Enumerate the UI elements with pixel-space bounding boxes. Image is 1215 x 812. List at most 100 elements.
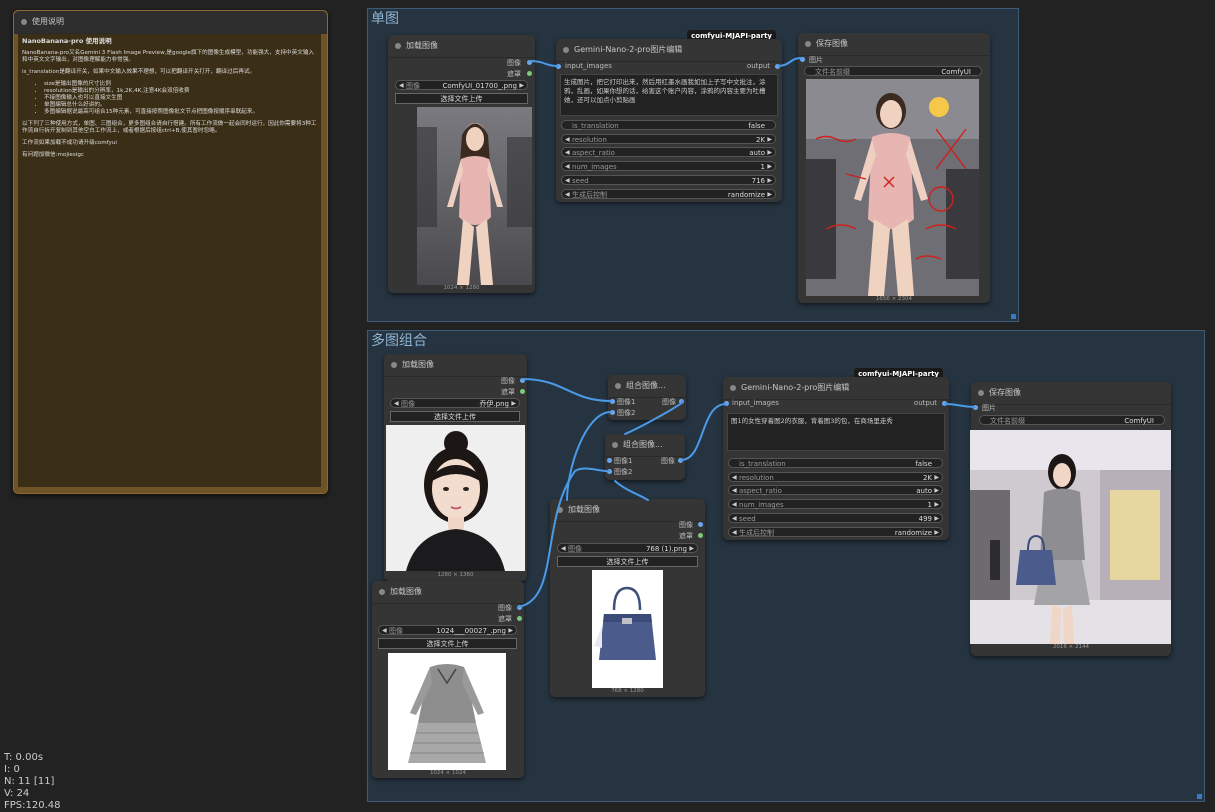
resolution-select[interactable]: ◀ resolution 2K ▶ xyxy=(728,472,943,482)
upload-button[interactable]: 选择文件上传 xyxy=(557,556,698,567)
arrow-right-icon[interactable]: ▶ xyxy=(767,162,772,172)
group-resize-handle[interactable] xyxy=(1011,314,1016,319)
prompt-textarea[interactable]: 生成图片，把它打印出来，然后用红墨水画我如加上子写中文批注，涂鸦，乱画，如果你想… xyxy=(560,74,778,116)
node-title[interactable]: Gemini-Nano-2-pro图片编辑 xyxy=(723,377,949,400)
collapse-dot-icon[interactable] xyxy=(21,19,27,25)
node-title[interactable]: 组合图像... xyxy=(605,434,685,457)
arrow-right-icon[interactable]: ▶ xyxy=(934,473,939,483)
input-image2-slot[interactable] xyxy=(607,469,612,474)
seed-stepper[interactable]: ◀ seed 716 ▶ xyxy=(561,175,776,185)
is-translation-toggle[interactable]: is_translation false xyxy=(728,458,943,468)
arrow-right-icon[interactable]: ▶ xyxy=(767,135,772,145)
collapse-dot-icon[interactable] xyxy=(805,41,811,47)
collapse-dot-icon[interactable] xyxy=(557,507,563,513)
after-gen-select[interactable]: ◀ 生成后控制 randomize ▶ xyxy=(728,527,943,537)
arrow-right-icon[interactable]: ▶ xyxy=(767,176,772,186)
arrow-left-icon[interactable]: ◀ xyxy=(394,399,399,409)
output-image-slot[interactable] xyxy=(698,522,703,527)
node-title[interactable]: 加载图像 xyxy=(372,581,524,604)
output-mask-slot[interactable] xyxy=(527,71,532,76)
arrow-right-icon[interactable]: ▶ xyxy=(767,148,772,158)
image-select[interactable]: ◀ 图像 乔伊.png ▶ xyxy=(390,398,520,408)
group-resize-handle[interactable] xyxy=(1197,794,1202,799)
arrow-left-icon[interactable]: ◀ xyxy=(565,135,570,145)
gemini-node-multi[interactable]: comfyui-MJAPI-party Gemini-Nano-2-pro图片编… xyxy=(723,368,949,540)
arrow-right-icon[interactable]: ▶ xyxy=(508,626,513,636)
save-image-node-multi[interactable]: 保存图像 图片 文件名前缀 ComfyUI 2016 × 2144 xyxy=(970,382,1171,656)
note-title[interactable]: 使用说明 xyxy=(14,11,327,34)
input-image1-slot[interactable] xyxy=(610,399,615,404)
arrow-right-icon[interactable]: ▶ xyxy=(934,528,939,538)
arrow-left-icon[interactable]: ◀ xyxy=(732,473,737,483)
image-select[interactable]: ◀ 图像 768 (1).png ▶ xyxy=(557,543,698,553)
arrow-right-icon[interactable]: ▶ xyxy=(519,81,524,91)
arrow-right-icon[interactable]: ▶ xyxy=(511,399,516,409)
arrow-right-icon[interactable]: ▶ xyxy=(767,190,772,200)
arrow-left-icon[interactable]: ◀ xyxy=(561,544,566,554)
arrow-right-icon[interactable]: ▶ xyxy=(934,486,939,496)
node-title[interactable]: 加载图像 xyxy=(384,354,527,377)
arrow-right-icon[interactable]: ▶ xyxy=(934,514,939,524)
arrow-left-icon[interactable]: ◀ xyxy=(565,162,570,172)
node-title[interactable]: 加载图像 xyxy=(550,499,705,522)
arrow-left-icon[interactable]: ◀ xyxy=(382,626,387,636)
group-title-multi[interactable]: 多图组合 xyxy=(371,330,427,350)
is-translation-toggle[interactable]: is_translation false xyxy=(561,120,776,130)
collapse-dot-icon[interactable] xyxy=(379,589,385,595)
after-gen-select[interactable]: ◀ 生成后控制 randomize ▶ xyxy=(561,189,776,199)
num-images-stepper[interactable]: ◀ num_images 1 ▶ xyxy=(561,161,776,171)
output-slot[interactable] xyxy=(775,64,780,69)
output-mask-slot[interactable] xyxy=(520,389,525,394)
node-title[interactable]: 保存图像 xyxy=(971,382,1171,405)
arrow-left-icon[interactable]: ◀ xyxy=(732,486,737,496)
combine-image-node-2[interactable]: 组合图像... 图像1 图像2 图像 xyxy=(605,434,685,480)
input-image1-slot[interactable] xyxy=(607,458,612,463)
group-title-single[interactable]: 单图 xyxy=(371,8,399,28)
load-image-node-single[interactable]: 加载图像 图像 遮罩 ◀ 图像 ComfyUI_01700_.png ▶ 选择文件上传… xyxy=(388,35,535,293)
image-select[interactable]: ◀ 图像 1024___00027_.png ▶ xyxy=(378,625,517,635)
collapse-dot-icon[interactable] xyxy=(612,442,618,448)
seed-stepper[interactable]: ◀ seed 499 ▶ xyxy=(728,513,943,523)
arrow-left-icon[interactable]: ◀ xyxy=(732,528,737,538)
arrow-left-icon[interactable]: ◀ xyxy=(565,148,570,158)
output-mask-slot[interactable] xyxy=(698,533,703,538)
output-slot[interactable] xyxy=(942,401,947,406)
arrow-left-icon[interactable]: ◀ xyxy=(732,514,737,524)
filename-prefix-field[interactable]: 文件名前缀 ComfyUI xyxy=(804,66,982,76)
load-image-node-1[interactable]: 加载图像 图像 遮罩 ◀ 图像 乔伊.png ▶ 选择文件上传 1280 × 1360 xyxy=(384,354,527,581)
output-image-slot[interactable] xyxy=(527,60,532,65)
collapse-dot-icon[interactable] xyxy=(391,362,397,368)
output-image-slot[interactable] xyxy=(678,458,683,463)
output-image-slot[interactable] xyxy=(520,378,525,383)
input-images-slot[interactable] xyxy=(724,401,729,406)
collapse-dot-icon[interactable] xyxy=(615,383,621,389)
input-images-slot[interactable] xyxy=(556,64,561,69)
num-images-stepper[interactable]: ◀ num_images 1 ▶ xyxy=(728,499,943,509)
aspect-ratio-select[interactable]: ◀ aspect_ratio auto ▶ xyxy=(728,485,943,495)
input-image-slot[interactable] xyxy=(973,405,978,410)
collapse-dot-icon[interactable] xyxy=(730,385,736,391)
node-title[interactable]: Gemini-Nano-2-pro图片编辑 xyxy=(556,39,782,62)
output-image-slot[interactable] xyxy=(679,399,684,404)
upload-button[interactable]: 选择文件上传 xyxy=(378,638,517,649)
upload-button[interactable]: 选择文件上传 xyxy=(395,93,528,104)
load-image-node-2[interactable]: 加载图像 图像 遮罩 ◀ 图像 1024___00027_.png ▶ 选择文件上传 … xyxy=(372,581,524,778)
node-title[interactable]: 组合图像... xyxy=(608,375,686,398)
arrow-left-icon[interactable]: ◀ xyxy=(399,81,404,91)
upload-button[interactable]: 选择文件上传 xyxy=(390,411,520,422)
image-select[interactable]: ◀ 图像 ComfyUI_01700_.png ▶ xyxy=(395,80,528,90)
arrow-left-icon[interactable]: ◀ xyxy=(732,500,737,510)
node-title[interactable]: 加载图像 xyxy=(388,35,535,58)
resolution-select[interactable]: ◀ resolution 2K ▶ xyxy=(561,134,776,144)
output-image-slot[interactable] xyxy=(517,605,522,610)
collapse-dot-icon[interactable] xyxy=(563,47,569,53)
filename-prefix-field[interactable]: 文件名前缀 ComfyUI xyxy=(979,415,1165,425)
input-image-slot[interactable] xyxy=(800,57,805,62)
collapse-dot-icon[interactable] xyxy=(395,43,401,49)
collapse-dot-icon[interactable] xyxy=(978,390,984,396)
input-image2-slot[interactable] xyxy=(610,410,615,415)
node-title[interactable]: 保存图像 xyxy=(798,33,990,56)
arrow-right-icon[interactable]: ▶ xyxy=(689,544,694,554)
arrow-left-icon[interactable]: ◀ xyxy=(565,176,570,186)
arrow-right-icon[interactable]: ▶ xyxy=(934,500,939,510)
